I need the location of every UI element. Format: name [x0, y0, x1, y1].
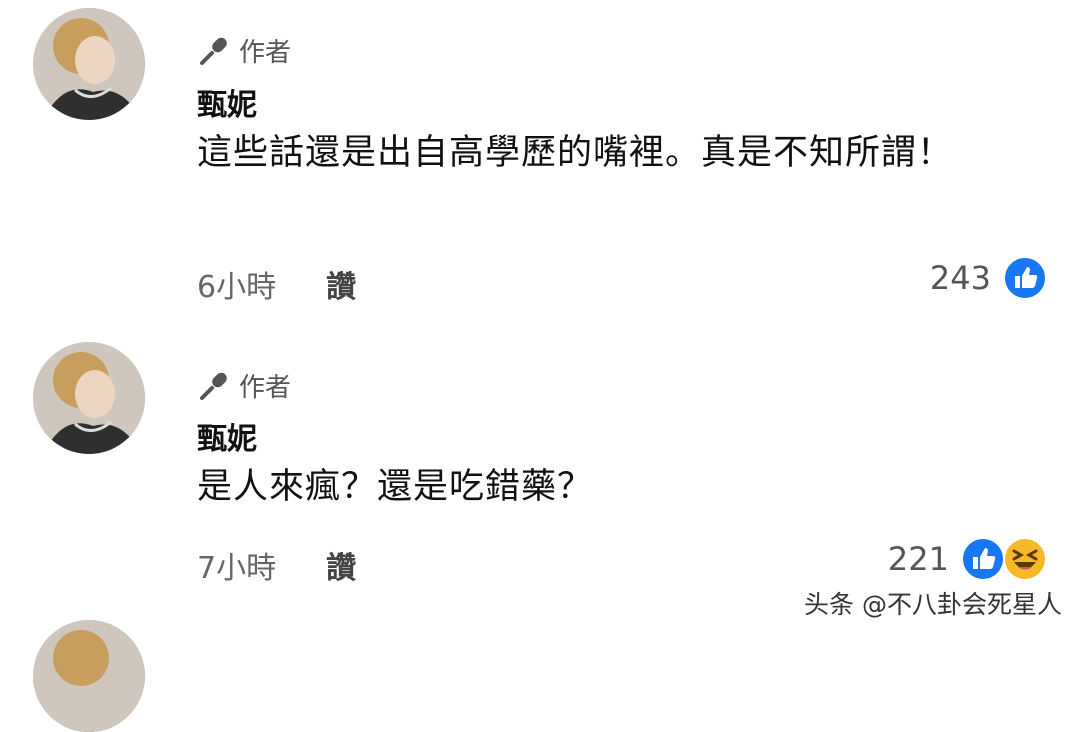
like-icon: [1003, 256, 1047, 300]
microphone-icon: [200, 37, 227, 65]
comment-time[interactable]: 6小時: [197, 262, 276, 306]
reaction-count: 221: [887, 540, 949, 578]
avatar-image: [33, 342, 145, 454]
reactions-summary[interactable]: 221: [888, 537, 1047, 581]
like-button[interactable]: 讚: [326, 543, 356, 587]
avatar-image: [33, 620, 145, 732]
like-icon: [961, 537, 1005, 581]
comment-text: 這些話還是出自高學歷的嘴裡。真是不知所謂！: [197, 133, 954, 173]
author-tag: 作者: [239, 38, 292, 68]
comment-text: 是人來瘋？還是吃錯藥？: [197, 467, 594, 507]
author-badge: 作者: [197, 32, 291, 69]
avatar-partial[interactable]: [33, 620, 145, 732]
avatar[interactable]: [33, 8, 145, 120]
watermark: 头条 @不八卦会死星人: [804, 590, 1062, 619]
like-button[interactable]: 讚: [326, 262, 356, 306]
avatar[interactable]: [33, 342, 145, 454]
commenter-name[interactable]: 甄妮: [197, 80, 257, 124]
author-badge: 作者: [197, 367, 291, 404]
commenter-name[interactable]: 甄妮: [197, 414, 257, 458]
avatar-image: [33, 8, 145, 120]
haha-icon: [1003, 537, 1047, 581]
reactions-summary[interactable]: 243: [930, 256, 1047, 300]
microphone-icon: [200, 372, 227, 400]
reaction-count: 243: [929, 259, 991, 297]
comment-time[interactable]: 7小時: [197, 543, 276, 587]
author-tag: 作者: [239, 373, 292, 403]
